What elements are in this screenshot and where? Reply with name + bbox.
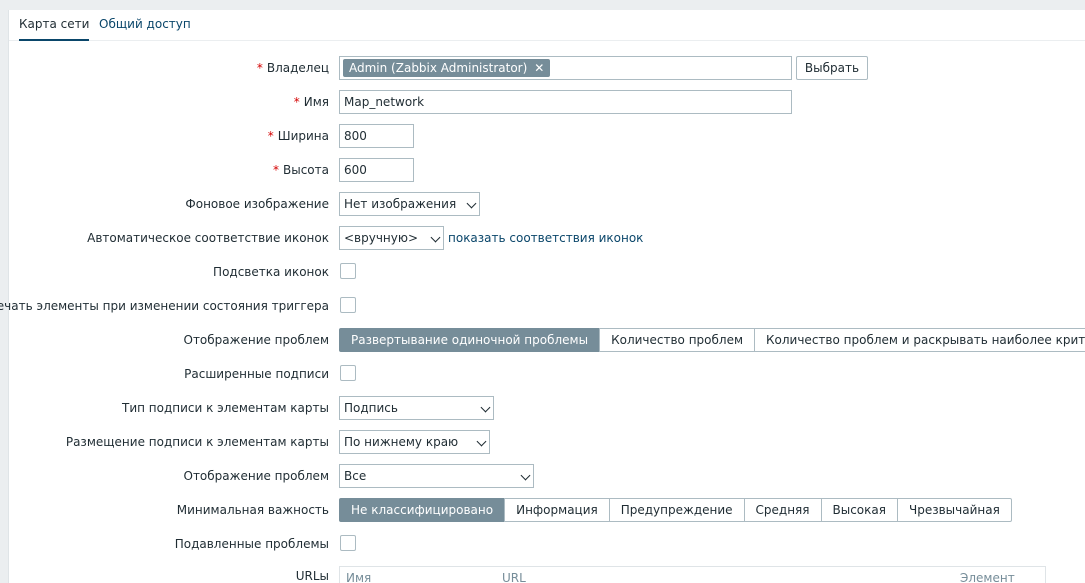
tab-map[interactable]: Карта сети <box>19 10 90 41</box>
severity-option-warning[interactable]: Предупреждение <box>608 498 745 522</box>
owner-chip: Admin (Zabbix Administrator) ✕ <box>343 59 551 77</box>
label-type-label: Тип подписи к элементам карты <box>121 401 329 415</box>
problem-display-option-count[interactable]: Количество проблем <box>599 328 756 352</box>
severity-option-disaster[interactable]: Чрезвычайная <box>896 498 1012 522</box>
background-select[interactable]: Нет изображения <box>339 192 480 216</box>
icon-mapping-label: Автоматическое соответствие иконок <box>87 231 329 245</box>
height-label: * Высота <box>273 163 329 177</box>
suppressed-checkbox[interactable] <box>340 535 356 551</box>
severity-option-not-classified[interactable]: Не классифицировано <box>339 498 506 522</box>
required-marker: * <box>273 163 279 177</box>
min-severity-label: Минимальная важность <box>176 503 329 517</box>
label-location-label: Размещение подписи к элементам карты <box>65 435 329 449</box>
mark-elements-checkbox[interactable] <box>340 297 356 313</box>
problem-display-option-single[interactable]: Развертывание одиночной проблемы <box>339 328 601 352</box>
name-input[interactable]: Map_network <box>339 90 792 114</box>
chevron-down-icon <box>466 198 477 209</box>
tab-sharing[interactable]: Общий доступ <box>99 10 191 41</box>
show-problems-select[interactable]: Все <box>339 464 534 488</box>
problem-display-segmented: Развертывание одиночной проблемы Количес… <box>339 328 1085 352</box>
required-marker: * <box>267 129 274 143</box>
width-label: * Ширина <box>267 129 329 143</box>
chevron-down-icon <box>430 232 441 243</box>
required-marker: * <box>293 95 300 109</box>
owner-multiselect[interactable]: Admin (Zabbix Administrator) ✕ <box>339 56 792 80</box>
icon-highlight-label: Подсветка иконок <box>213 265 329 279</box>
severity-option-average[interactable]: Средняя <box>743 498 822 522</box>
problem-display-option-count-expand[interactable]: Количество проблем и раскрывать наиболее… <box>754 328 1085 352</box>
advanced-labels-checkbox[interactable] <box>340 365 356 381</box>
owner-select-button[interactable]: Выбрать <box>796 56 868 80</box>
chevron-down-icon <box>520 470 531 481</box>
min-severity-segmented: Не классифицировано Информация Предупреж… <box>339 498 1012 522</box>
map-form-panel: Карта сети Общий доступ * Владелец Admin … <box>0 10 1085 583</box>
top-bar <box>0 0 1085 10</box>
required-marker: * <box>256 61 263 75</box>
background-label: Фоновое изображение <box>185 197 329 211</box>
owner-label: * Владелец <box>256 61 329 75</box>
urls-table: Имя URL Элемент <box>339 566 1046 583</box>
suppressed-label: Подавленные проблемы <box>174 537 329 551</box>
label-location-select[interactable]: По нижнему краю <box>339 430 490 454</box>
urls-column-element: Элемент <box>960 571 1015 583</box>
problem-display-label: Отображение проблем <box>183 333 330 347</box>
icon-mapping-select[interactable]: <вручную> <box>339 226 444 250</box>
urls-label: URLы <box>295 569 329 583</box>
tab-bar: Карта сети Общий доступ <box>9 10 1085 41</box>
show-problems-label: Отображение проблем <box>183 469 330 483</box>
chevron-down-icon <box>476 436 487 447</box>
chevron-down-icon <box>480 402 491 413</box>
label-type-select[interactable]: Подпись <box>339 396 494 420</box>
name-label: * Имя <box>293 95 329 109</box>
height-input[interactable]: 600 <box>339 158 414 182</box>
width-input[interactable]: 800 <box>339 124 414 148</box>
show-icon-mappings-link[interactable]: показать соответствия иконок <box>448 226 643 250</box>
remove-chip-icon[interactable]: ✕ <box>534 61 544 75</box>
severity-option-high[interactable]: Высокая <box>820 498 898 522</box>
icon-highlight-checkbox[interactable] <box>340 263 356 279</box>
mark-elements-label: Помечать элементы при изменении состояни… <box>0 299 329 313</box>
advanced-labels-label: Расширенные подписи <box>184 367 329 381</box>
urls-column-name: Имя <box>346 571 372 583</box>
urls-column-url: URL <box>502 571 526 583</box>
severity-option-information[interactable]: Информация <box>504 498 610 522</box>
